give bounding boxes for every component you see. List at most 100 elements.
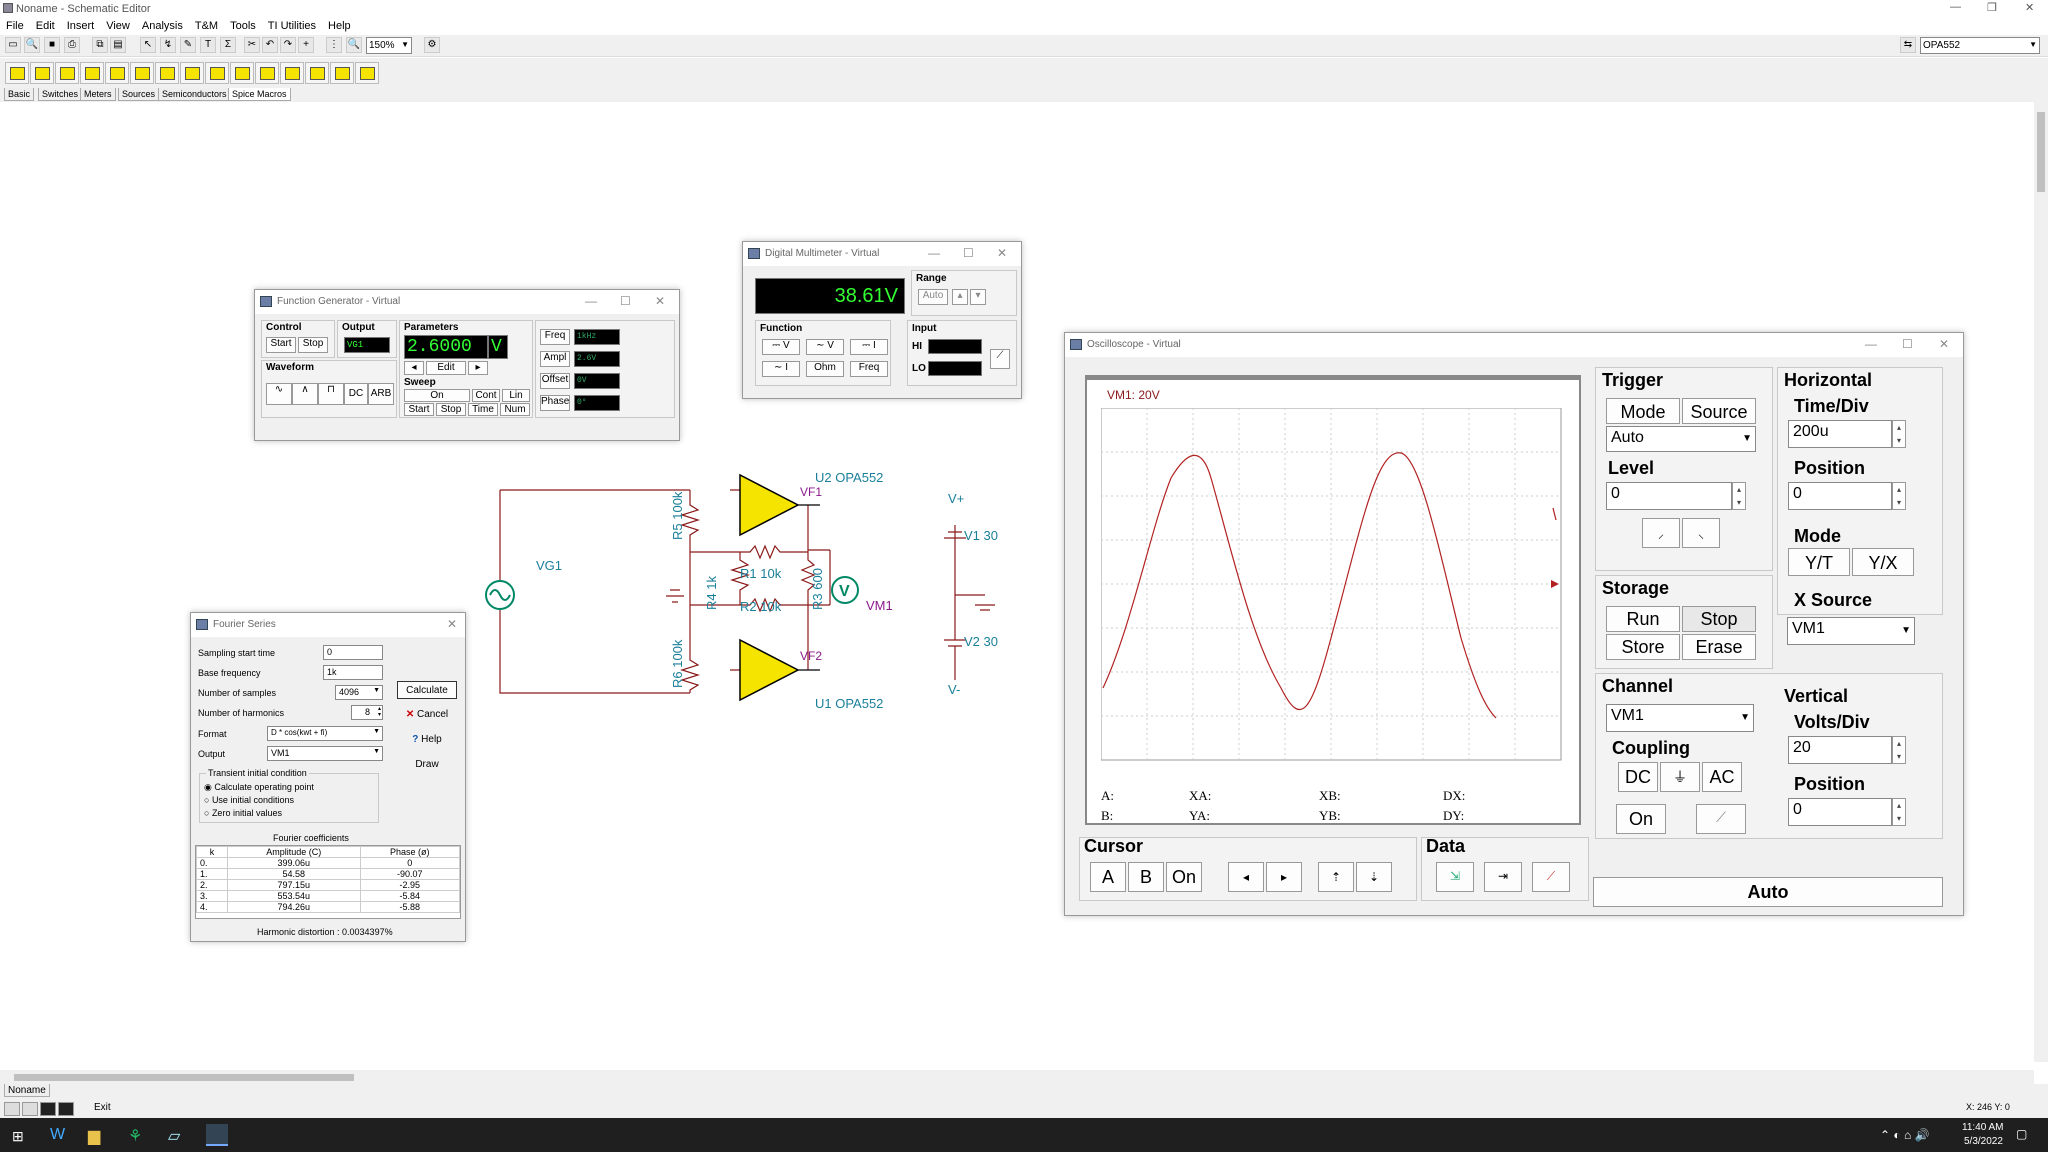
schematic-canvas[interactable]: V VG1 R5 100k R6 100k R4 1k R1 10k R2 10… [480, 460, 1040, 720]
wire-component-icon[interactable] [330, 62, 354, 84]
data-clear-button[interactable]: ⟋ [1532, 862, 1570, 892]
app-icon-2[interactable]: ⚘ [128, 1126, 142, 1146]
run-button[interactable]: Run [1606, 606, 1680, 632]
menu-view[interactable]: View [100, 18, 136, 32]
app-icon-3[interactable]: ▱ [168, 1126, 180, 1146]
erase-button[interactable]: Erase [1682, 634, 1756, 660]
dc-amps-button[interactable]: ⎓ I [850, 339, 888, 355]
tab-switches[interactable]: Switches [38, 88, 83, 101]
switch-component-icon[interactable] [155, 62, 179, 84]
rising-edge-button[interactable]: ⸝ [1642, 518, 1680, 548]
minimize-icon[interactable]: — [1950, 1, 1961, 13]
ground-component-icon[interactable] [5, 62, 29, 84]
close-icon[interactable]: ✕ [1939, 337, 1949, 351]
select-icon[interactable]: ↖ [140, 37, 156, 53]
tool-icon[interactable]: ⚙ [424, 37, 440, 53]
table-row[interactable]: 2. 797.15u -2.95 [196, 879, 460, 891]
meter-icon[interactable] [58, 1102, 74, 1116]
cut-icon[interactable]: ✂ [244, 37, 260, 53]
menu-help[interactable]: Help [322, 18, 357, 32]
voltsdiv-spinner[interactable]: ▴ ▾ [1892, 736, 1906, 764]
arb-button[interactable]: ARB [368, 383, 394, 405]
menu-tm[interactable]: T&M [189, 18, 224, 32]
samples-select[interactable]: 4096 ▼ [335, 685, 383, 700]
yt-button[interactable]: Y/T [1788, 548, 1850, 576]
print-icon[interactable]: ⎙ [64, 37, 80, 53]
cursor-b-button[interactable]: B [1128, 862, 1164, 892]
data-open-button[interactable]: ⇲ [1436, 862, 1474, 892]
maximize-icon[interactable]: ☐ [963, 246, 974, 260]
draw-button[interactable]: Draw [397, 756, 457, 774]
menu-analysis[interactable]: Analysis [136, 18, 189, 32]
paste-icon[interactable]: ▤ [110, 37, 126, 53]
tool-icon[interactable] [4, 1102, 20, 1116]
buffer-component-icon[interactable] [105, 62, 129, 84]
ohm-button[interactable]: Ohm [806, 361, 844, 377]
minimize-icon[interactable]: — [928, 246, 940, 260]
macro-component-icon[interactable] [280, 62, 304, 84]
probe-button[interactable]: ⟋ [1696, 804, 1746, 834]
yx-button[interactable]: Y/X [1852, 548, 1914, 576]
channel-select[interactable]: VM1 ▼ [1606, 704, 1754, 732]
store-button[interactable]: Store [1606, 634, 1680, 660]
hi-select[interactable] [928, 339, 982, 354]
meter-component-icon[interactable] [255, 62, 279, 84]
grid-icon[interactable]: ⋮ [326, 37, 342, 53]
new-icon[interactable]: ▭ [5, 37, 21, 53]
capacitor-component-icon[interactable] [80, 62, 104, 84]
parameter-display[interactable]: 2.6000 [404, 335, 488, 359]
copy-icon[interactable]: ⧉ [92, 37, 108, 53]
calculate-button[interactable]: Calculate [397, 681, 457, 699]
source-component-icon[interactable] [230, 62, 254, 84]
document-tab[interactable]: Noname [4, 1084, 50, 1097]
phase-button[interactable]: Phase [540, 395, 570, 411]
timediv-input[interactable]: 200u [1788, 420, 1892, 448]
cursor-right-button[interactable]: ▸ [1266, 862, 1302, 892]
maximize-icon[interactable]: ☐ [620, 294, 631, 308]
start-button[interactable]: Start [266, 337, 296, 353]
close-icon[interactable]: ✕ [447, 617, 457, 631]
menu-ti-utilities[interactable]: TI Utilities [262, 18, 322, 32]
part-search-input[interactable]: OPA552 ▼ [1920, 37, 2040, 54]
tab-sources[interactable]: Sources [118, 88, 160, 101]
falling-edge-button[interactable]: ⸜ [1682, 518, 1720, 548]
offset-button[interactable]: Offset [540, 373, 570, 389]
ac-coupling-button[interactable]: AC [1702, 762, 1742, 792]
level-spinner[interactable]: ▴ ▾ [1732, 482, 1746, 510]
v-position-input[interactable]: 0 [1788, 798, 1892, 826]
square-wave-button[interactable]: ⊓ [318, 383, 344, 405]
menu-edit[interactable]: Edit [30, 18, 61, 32]
cursor-up-button[interactable]: ⇡ [1318, 862, 1354, 892]
tab-semiconductors[interactable]: Semiconductors [158, 88, 231, 101]
pencil-icon[interactable]: ✎ [180, 37, 196, 53]
table-row[interactable]: 4. 794.26u -5.88 [196, 901, 460, 913]
tab-spice-macros[interactable]: Spice Macros [228, 88, 291, 101]
sampling-start-input[interactable]: 0 [323, 645, 383, 660]
sweep-stop-button[interactable]: Stop [436, 403, 466, 416]
radio-zero-initial[interactable]: ○ Zero initial values [204, 808, 282, 818]
vertical-scrollbar[interactable] [2034, 102, 2048, 1062]
lo-select[interactable] [928, 361, 982, 376]
graph-icon[interactable] [22, 1102, 38, 1116]
channel-on-button[interactable]: On [1616, 804, 1666, 834]
exit-button[interactable]: Exit [94, 1102, 111, 1113]
radio-calculate-op[interactable]: ◉ Calculate operating point [204, 782, 314, 793]
h-position-spinner[interactable]: ▴ ▾ [1892, 482, 1906, 510]
time-button[interactable]: Time [468, 403, 498, 416]
timediv-spinner[interactable]: ▴ ▾ [1892, 420, 1906, 448]
label-component-icon[interactable] [355, 62, 379, 84]
right-arrow-button[interactable]: ▸ [468, 361, 488, 375]
harmonics-input[interactable]: 8 ▴ ▾ [351, 705, 383, 720]
app-icon-1[interactable]: W [50, 1126, 65, 1144]
screen-icon[interactable] [40, 1102, 56, 1116]
transistor-component-icon[interactable] [205, 62, 229, 84]
num-button[interactable]: Num [500, 403, 530, 416]
close-icon[interactable]: ✕ [655, 294, 665, 308]
opamp-component-icon[interactable] [55, 62, 79, 84]
ac-volts-button[interactable]: ∼ V [806, 339, 844, 355]
probe-icon[interactable]: ⟋ [990, 349, 1010, 369]
range-down-button[interactable]: ▾ [970, 289, 986, 305]
cont-button[interactable]: Cont [472, 389, 500, 402]
h-position-input[interactable]: 0 [1788, 482, 1892, 510]
zoom-select[interactable]: 150% ▼ [366, 37, 412, 54]
